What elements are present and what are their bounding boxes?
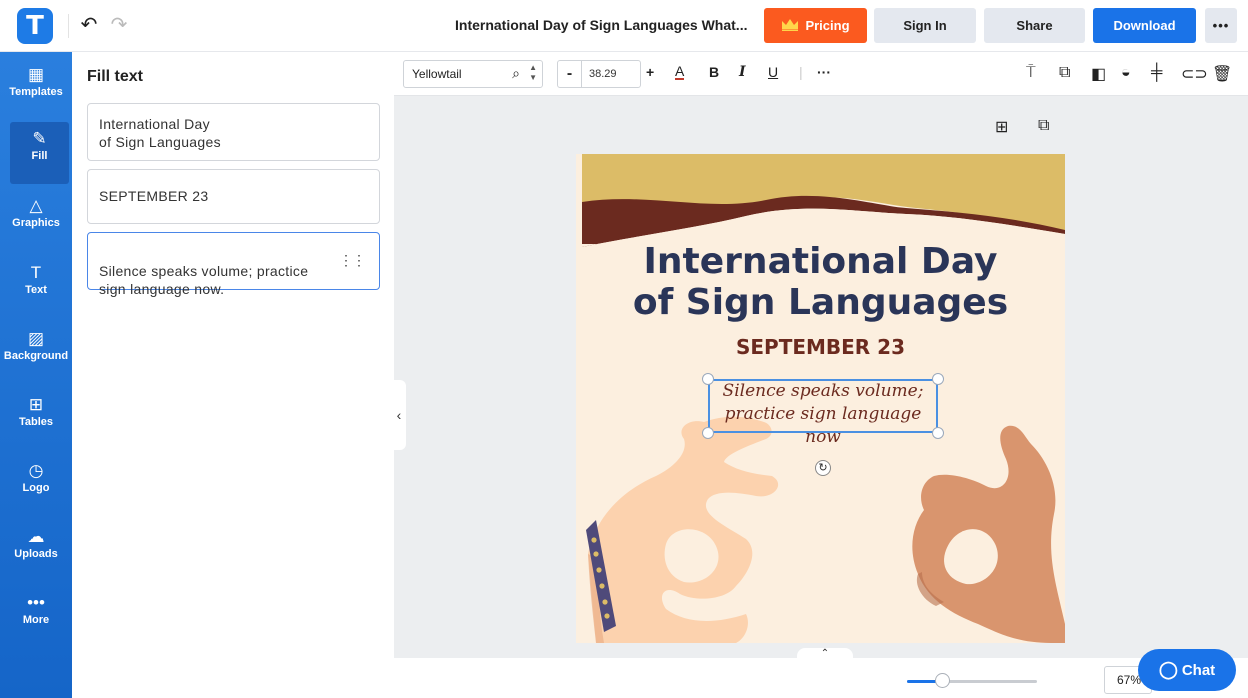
toolbar-divider: | — [799, 64, 803, 80]
sidebar-item-logo[interactable]: ◷ Logo — [0, 454, 72, 516]
sidebar-item-label: Templates — [9, 86, 63, 98]
sidebar-item-background[interactable]: ▨ Background — [0, 322, 72, 384]
resize-handle-top-right[interactable] — [932, 373, 944, 385]
shapes-icon: △ — [29, 196, 43, 215]
paint-roller-icon[interactable]: ⍑ — [1026, 64, 1036, 82]
font-size-stepper[interactable]: - 38.29 — [557, 60, 641, 88]
layer-order-icon[interactable]: ◧ — [1091, 64, 1106, 84]
text-toolbar: Yellowtail ⌕ ▲ ▼ - 38.29 + A B I U | ··· … — [394, 52, 1248, 96]
sidebar-item-label: More — [22, 614, 50, 626]
selection-box[interactable] — [708, 379, 938, 433]
crown-icon — [782, 19, 799, 31]
sidebar-item-graphics[interactable]: △ Graphics — [0, 189, 72, 251]
divider — [68, 14, 69, 38]
top-bar: T ↶ ↷ International Day of Sign Language… — [0, 0, 1248, 52]
font-name: Yellowtail — [412, 67, 462, 81]
more-options-icon[interactable]: ··· — [817, 64, 831, 80]
sidebar-item-label: Graphics — [12, 217, 60, 229]
pricing-button[interactable]: Pricing — [764, 8, 867, 43]
sidebar-item-label: Tables — [18, 416, 54, 428]
design-title-line1[interactable]: International Day — [576, 241, 1065, 283]
pencil-icon: ✎ — [32, 129, 47, 148]
templates-icon: ▦ — [27, 65, 45, 84]
sidebar-item-label: Logo — [22, 482, 50, 494]
design-date[interactable]: SEPTEMBER 23 — [576, 335, 1065, 359]
underline-icon[interactable]: U — [768, 64, 778, 80]
collapse-panel-button[interactable]: ‹ — [392, 380, 406, 450]
trash-icon[interactable]: 🗑 — [1212, 64, 1232, 84]
chat-label: Chat — [1181, 662, 1216, 679]
sign-in-button[interactable]: Sign In — [874, 8, 976, 43]
text-field-title[interactable]: International Day of Sign Languages — [87, 103, 380, 161]
resize-handle-bottom-right[interactable] — [932, 427, 944, 439]
chat-bubble-icon: ◯ — [1158, 660, 1178, 679]
background-icon: ▨ — [27, 329, 45, 348]
app-logo[interactable]: T — [17, 8, 53, 44]
text-field-quote-value: Silence speaks volume; practice sign lan… — [99, 263, 309, 297]
sidebar-item-tables[interactable]: ⊞ Tables — [0, 388, 72, 450]
chat-button[interactable]: ◯ Chat — [1138, 649, 1236, 691]
rotate-icon[interactable]: ↻ — [815, 460, 831, 476]
sidebar-item-label: Fill — [31, 150, 48, 162]
fill-text-panel: Fill text International Day of Sign Lang… — [72, 52, 394, 698]
font-size-value[interactable]: 38.29 — [589, 68, 617, 80]
sidebar-item-more[interactable]: ••• More — [0, 586, 72, 648]
undo-icon[interactable]: ↶ — [78, 14, 100, 36]
resize-handle-top-left[interactable] — [702, 373, 714, 385]
zoom-slider-handle[interactable] — [935, 673, 950, 688]
cloud-upload-icon: ☁ — [27, 527, 45, 546]
zoom-slider-fill — [907, 680, 937, 683]
text-color-icon[interactable]: A — [675, 64, 685, 80]
font-spinner-icon[interactable]: ▲ ▼ — [529, 63, 537, 83]
sidebar-item-label: Text — [25, 284, 47, 296]
sidebar-item-fill[interactable]: ✎ Fill — [10, 122, 69, 184]
design-title-line2[interactable]: of Sign Languages — [576, 282, 1065, 324]
panel-title: Fill text — [87, 68, 144, 85]
text-field-date[interactable]: SEPTEMBER 23 — [87, 169, 380, 224]
bold-icon[interactable]: B — [709, 64, 719, 80]
sidebar-item-label: Background — [3, 350, 69, 362]
sidebar-item-text[interactable]: T Text — [0, 256, 72, 318]
duplicate-icon[interactable]: ⧉ — [1059, 64, 1070, 82]
opacity-icon[interactable]: ◒ — [1121, 64, 1131, 82]
table-icon: ⊞ — [28, 395, 44, 414]
logo-icon: ◷ — [28, 461, 44, 480]
left-sidebar: ▦ Templates ✎ Fill △ Graphics T Text ▨ B… — [0, 52, 72, 698]
sidebar-item-uploads[interactable]: ☁ Uploads — [0, 520, 72, 582]
add-page-icon[interactable]: ⊞ — [995, 117, 1008, 137]
download-button[interactable]: Download — [1093, 8, 1196, 43]
pricing-label: Pricing — [805, 18, 850, 33]
drag-handle-icon[interactable]: ⋮⋮ — [339, 251, 366, 269]
text-field-quote[interactable]: Silence speaks volume; practice sign lan… — [87, 232, 380, 297]
resize-handle-bottom-left[interactable] — [702, 427, 714, 439]
share-button[interactable]: Share — [984, 8, 1085, 43]
expand-pages-button[interactable]: ⌃ — [797, 648, 853, 662]
more-dots-icon: ••• — [27, 593, 45, 612]
link-icon[interactable]: ⊂⊃ — [1181, 64, 1208, 84]
copy-page-icon[interactable]: ⧉ — [1038, 117, 1049, 135]
document-title[interactable]: International Day of Sign Languages What… — [455, 17, 747, 33]
italic-icon[interactable]: I — [739, 64, 746, 80]
redo-icon[interactable]: ↷ — [108, 14, 130, 36]
increase-size-button[interactable]: + — [646, 64, 654, 80]
decrease-size-button[interactable]: - — [558, 61, 582, 87]
search-icon[interactable]: ⌕ — [512, 65, 520, 82]
more-menu-button[interactable]: ••• — [1205, 8, 1237, 43]
sidebar-item-label: Uploads — [14, 548, 58, 560]
align-icon[interactable]: ╪ — [1151, 64, 1162, 82]
sidebar-item-templates[interactable]: ▦ Templates — [0, 58, 72, 120]
text-icon: T — [30, 263, 42, 282]
zoom-slider[interactable] — [907, 680, 1037, 683]
font-family-select[interactable]: Yellowtail ⌕ ▲ ▼ — [403, 60, 543, 88]
